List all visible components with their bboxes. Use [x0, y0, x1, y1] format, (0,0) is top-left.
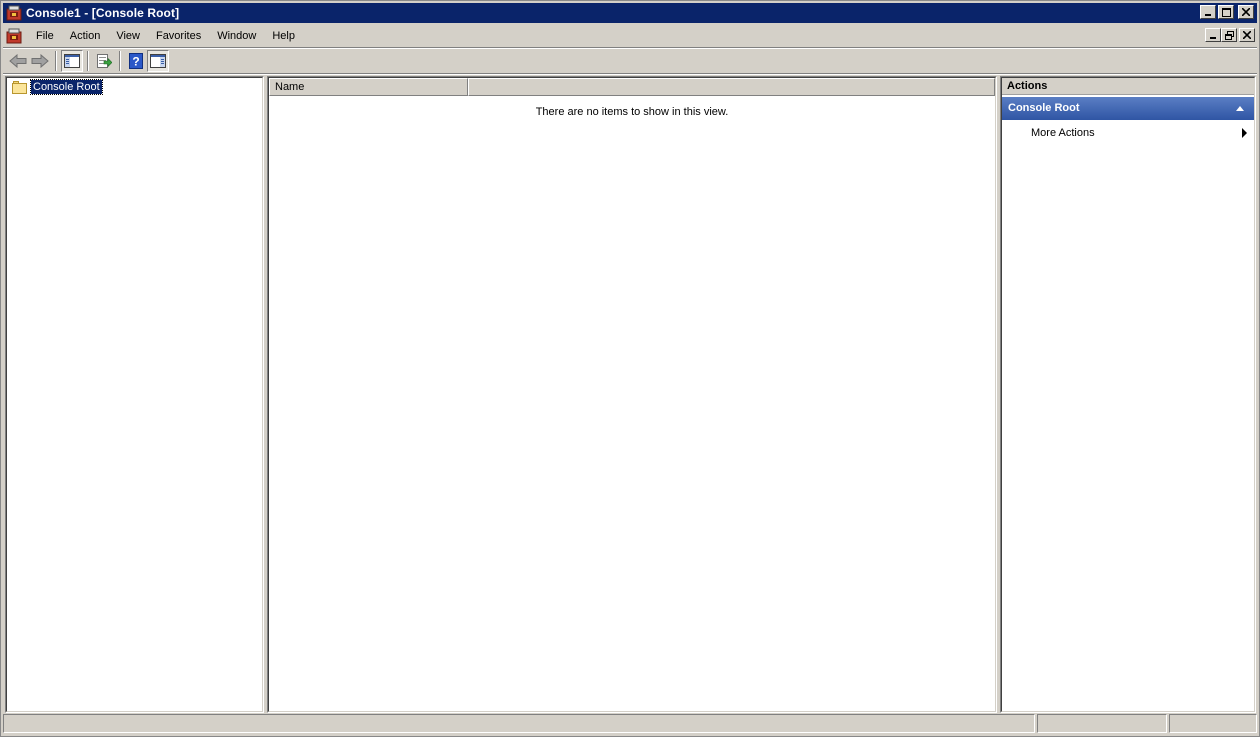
actions-section-title: Console Root [1008, 102, 1080, 114]
document-system-menu-icon[interactable] [6, 28, 22, 44]
column-header-name[interactable]: Name [269, 78, 468, 96]
actions-section-header[interactable]: Console Root [1002, 97, 1254, 120]
export-list-icon[interactable] [93, 50, 115, 72]
menu-favorites[interactable]: Favorites [148, 26, 209, 46]
toolbar-separator [55, 51, 57, 71]
document-restore-button[interactable] [1221, 28, 1237, 42]
mmc-window: Console1 - [Console Root] File Action Vi… [0, 0, 1260, 737]
menu-window[interactable]: Window [209, 26, 264, 46]
help-icon[interactable]: ? [125, 50, 147, 72]
status-cell-main [3, 714, 1035, 733]
show-hide-action-pane-icon[interactable] [147, 50, 169, 72]
menu-bar: File Action View Favorites Window Help [3, 25, 1257, 47]
show-hide-console-tree-icon[interactable] [61, 50, 83, 72]
folder-icon [12, 80, 28, 94]
tree-item-console-root[interactable]: Console Root [12, 79, 103, 95]
menu-action[interactable]: Action [62, 26, 109, 46]
document-minimize-button[interactable] [1205, 28, 1221, 42]
submenu-arrow-icon[interactable] [1242, 128, 1247, 138]
list-header: Name [269, 78, 995, 96]
svg-text:?: ? [132, 55, 139, 69]
title-bar[interactable]: Console1 - [Console Root] [3, 3, 1257, 23]
status-bar [3, 714, 1257, 734]
action-more-actions[interactable]: More Actions [1031, 127, 1095, 139]
tree-item-label: Console Root [30, 79, 103, 95]
results-frame [268, 77, 996, 712]
close-button[interactable] [1238, 5, 1254, 19]
back-arrow-icon[interactable] [7, 50, 29, 72]
console-tree-frame [6, 77, 263, 712]
actions-pane: Actions Console Root More Actions [1000, 76, 1256, 713]
minimize-button[interactable] [1200, 5, 1216, 19]
window-title: Console1 - [Console Root] [26, 6, 180, 20]
toolbar-separator [119, 51, 121, 71]
toolbar: ? [3, 49, 1257, 73]
menu-file[interactable]: File [28, 26, 62, 46]
column-header-empty[interactable] [468, 78, 995, 96]
actions-pane-title: Actions [1002, 78, 1254, 95]
forward-arrow-icon[interactable] [29, 50, 51, 72]
document-close-button[interactable] [1239, 28, 1255, 42]
status-cell-tertiary [1169, 714, 1257, 733]
status-cell-secondary [1037, 714, 1167, 733]
console-tree-pane[interactable]: Console Root [5, 76, 264, 713]
empty-list-message: There are no items to show in this view. [535, 106, 729, 118]
collapse-up-icon[interactable] [1236, 106, 1244, 111]
menu-view[interactable]: View [108, 26, 148, 46]
mmc-app-icon[interactable] [6, 5, 22, 21]
actions-frame [1001, 77, 1255, 712]
toolbar-separator-line [3, 73, 1257, 75]
results-pane[interactable]: Name There are no items to show in this … [267, 76, 997, 713]
toolbar-separator [87, 51, 89, 71]
maximize-button[interactable] [1218, 5, 1234, 19]
menu-help[interactable]: Help [264, 26, 303, 46]
